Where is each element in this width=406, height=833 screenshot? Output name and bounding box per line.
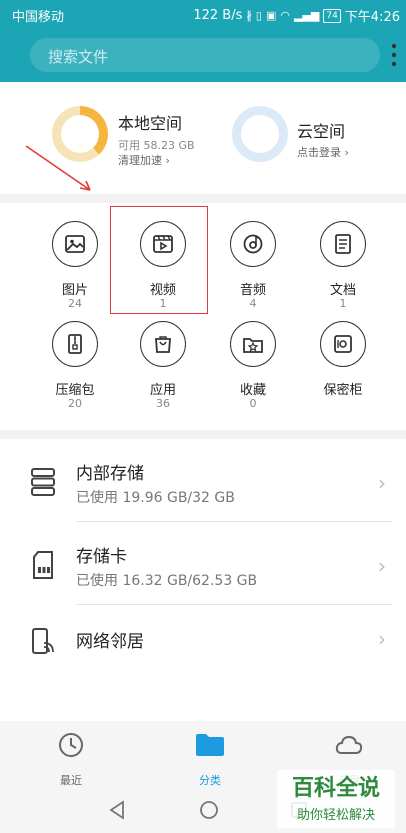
chevron-right-icon: › — [378, 627, 386, 651]
back-icon[interactable] — [108, 800, 126, 820]
network-speed: 122 B/s — [193, 8, 243, 23]
chevron-right-icon: › — [378, 554, 386, 578]
watermark-logo: 百科全说 助你轻松解决 — [277, 770, 395, 828]
highlight-box — [110, 206, 208, 314]
category-label: 图片 — [61, 283, 88, 298]
local-space-title[interactable]: 本地空间 — [118, 110, 182, 134]
cloud-icon — [335, 735, 363, 754]
internal-storage-icon — [31, 468, 55, 496]
cloud-space-title[interactable]: 云空间 — [297, 118, 345, 142]
login-label: 点击登录 — [297, 146, 341, 159]
category-count: 36 — [156, 397, 170, 410]
carrier-name: 中国移动 — [12, 10, 65, 25]
clock-time: 下午4:26 — [344, 10, 400, 25]
category-label: 应用 — [149, 383, 176, 398]
safe-icon — [320, 321, 366, 367]
category-label: 音频 — [239, 283, 266, 298]
section-divider — [0, 430, 406, 439]
app-header: 中国移动 122 B/s ∦ ▯ ▣ ◠ ▂▄▆ 74 下午4:26 搜索文件 — [0, 0, 406, 82]
wifi-icon: ◠ — [280, 9, 290, 22]
category-count: 20 — [68, 397, 82, 410]
tab-recent[interactable]: 最近 — [26, 729, 116, 789]
tab-label: 最近 — [60, 774, 82, 787]
favorite-icon — [230, 321, 276, 367]
chevron-right-icon: › — [378, 471, 386, 495]
tab-label: 分类 — [199, 774, 221, 787]
bluetooth-icon: ∦ — [246, 9, 252, 22]
signal-icon: ▂▄▆ — [293, 9, 320, 22]
more-options-icon[interactable] — [386, 42, 402, 68]
category-label: 压缩包 — [55, 383, 95, 398]
internal-storage-row[interactable]: 内部存储 已使用 19.96 GB/32 GB › — [0, 439, 406, 521]
login-link[interactable]: 点击登录 › — [297, 144, 349, 160]
battery-icon: 74 — [323, 8, 341, 23]
category-images[interactable]: 图片 24 — [30, 203, 120, 310]
clean-speedup-link[interactable]: 清理加速 › — [118, 152, 170, 168]
category-documents[interactable]: 文档 1 — [298, 203, 388, 310]
sd-card-icon — [33, 551, 53, 579]
home-icon[interactable] — [199, 800, 219, 820]
watermark-subtitle: 助你轻松解决 — [296, 808, 375, 823]
network-neighbor-icon — [32, 628, 54, 654]
status-indicators: 122 B/s ∦ ▯ ▣ ◠ ▂▄▆ 74 下午4:26 — [193, 6, 400, 25]
image-icon — [52, 221, 98, 267]
document-icon — [320, 221, 366, 267]
category-label: 文档 — [329, 283, 356, 298]
storage-list: 内部存储 已使用 19.96 GB/32 GB › 存储卡 已使用 16.32 … — [0, 439, 406, 681]
hd-icon: ▣ — [265, 9, 277, 22]
category-audio[interactable]: 音频 4 — [208, 203, 298, 310]
category-apps[interactable]: 应用 36 — [118, 303, 208, 410]
category-archives[interactable]: 压缩包 20 — [30, 303, 120, 410]
storage-usage: 已使用 19.96 GB/32 GB — [76, 490, 235, 506]
category-count: 0 — [249, 397, 257, 410]
storage-usage: 已使用 16.32 GB/62.53 GB — [76, 573, 258, 589]
audio-icon — [230, 221, 276, 267]
storage-title: 网络邻居 — [76, 632, 144, 652]
clean-speedup-label: 清理加速 — [118, 154, 162, 167]
search-input[interactable]: 搜索文件 — [30, 38, 380, 72]
search-placeholder: 搜索文件 — [48, 48, 109, 66]
category-favorites[interactable]: 收藏 0 — [208, 303, 298, 410]
cloud-space-ring[interactable] — [232, 106, 288, 162]
tab-categories[interactable]: 分类 — [165, 729, 255, 789]
app-icon — [140, 321, 186, 367]
archive-icon — [52, 321, 98, 367]
sd-card-row[interactable]: 存储卡 已使用 16.32 GB/62.53 GB › — [0, 522, 406, 604]
clock-icon — [59, 733, 83, 757]
local-space-available: 可用 58.23 GB — [118, 139, 195, 152]
annotation-arrow-icon — [25, 145, 91, 191]
network-neighbor-row[interactable]: 网络邻居 › — [0, 605, 406, 687]
category-safe[interactable]: 保密柜 — [298, 303, 388, 407]
vibrate-icon: ▯ — [255, 9, 262, 22]
category-label: 保密柜 — [323, 383, 363, 398]
storage-title: 内部存储 — [76, 464, 144, 484]
storage-title: 存储卡 — [76, 547, 127, 567]
status-bar: 中国移动 122 B/s ∦ ▯ ▣ ◠ ▂▄▆ 74 下午4:26 — [0, 0, 406, 28]
watermark-title: 百科全说 — [291, 776, 380, 801]
folder-icon — [196, 734, 224, 756]
category-label: 收藏 — [239, 383, 266, 398]
